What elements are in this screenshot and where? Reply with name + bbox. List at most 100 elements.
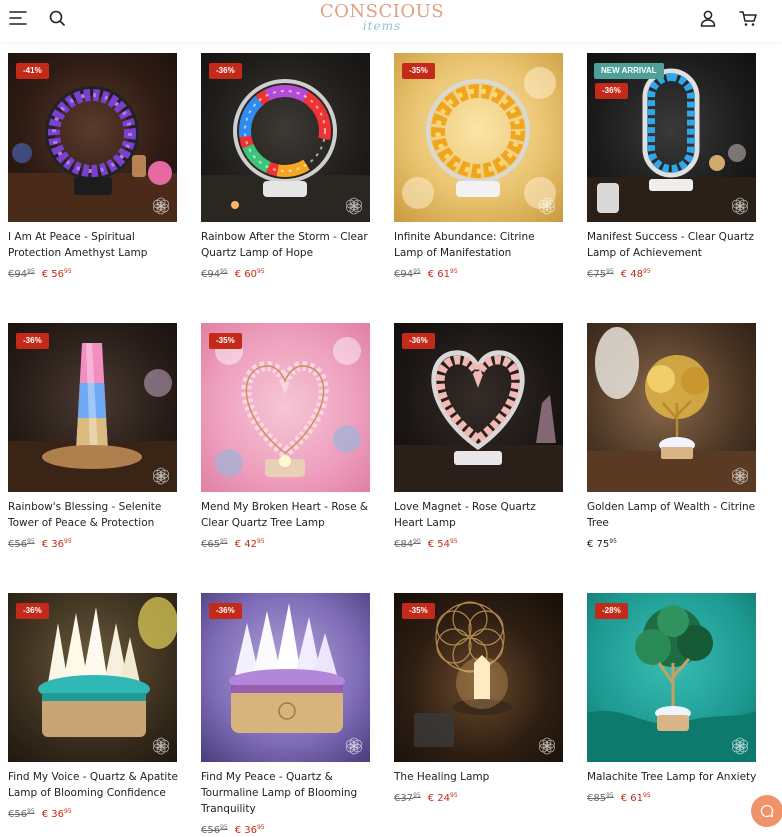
product-card[interactable]: -36% Rainbow's Blessing - Selenite Tower… — [8, 323, 178, 551]
sale-price-cents: 95 — [64, 808, 72, 815]
product-image[interactable]: -35% — [201, 323, 370, 492]
product-image[interactable] — [587, 323, 756, 492]
search-icon[interactable] — [45, 6, 69, 30]
product-image[interactable]: -28% — [587, 593, 756, 762]
discount-badge: -28% — [595, 603, 628, 619]
product-card[interactable]: -36% Rainbow After the Storm - Clear Qua… — [201, 53, 371, 281]
product-card[interactable]: -36% Find My Voice - Quartz & Apatite La… — [8, 593, 178, 821]
discount-badge: -35% — [402, 63, 435, 79]
product-image[interactable]: -36% — [201, 593, 370, 762]
flower-of-life-icon — [153, 737, 169, 755]
sale-price: € 5495 — [427, 538, 458, 550]
product-title[interactable]: Love Magnet - Rose Quartz Heart Lamp — [394, 499, 564, 531]
original-price-cents: 95 — [27, 538, 35, 545]
sale-price-cents: 95 — [643, 792, 651, 799]
flower-of-life-icon — [539, 737, 555, 755]
original-price-int: €65 — [201, 539, 221, 550]
original-price-int: €94 — [394, 269, 414, 280]
flower-of-life-icon — [346, 737, 362, 755]
product-title[interactable]: Find My Peace - Quartz & Tourmaline Lamp… — [201, 769, 371, 817]
sale-price: € 4295 — [234, 538, 265, 550]
sale-price-cents: 95 — [450, 268, 458, 275]
product-card[interactable]: -35% Infinite Abundance: Citrine Lamp of… — [394, 53, 564, 281]
sale-price-int: € 36 — [41, 539, 64, 550]
product-title[interactable]: Mend My Broken Heart - Rose & Clear Quar… — [201, 499, 371, 531]
sale-price-cents: 95 — [257, 538, 265, 545]
product-price: €5695 € 3695 — [8, 806, 178, 821]
product-title[interactable]: Malachite Tree Lamp for Anxiety — [587, 769, 757, 785]
sale-price-int: € 42 — [234, 539, 257, 550]
original-price: €5695 — [8, 808, 35, 820]
product-card[interactable]: -41% I Am At Peace - Spiritual Protectio… — [8, 53, 178, 281]
product-image[interactable]: -36% — [8, 593, 177, 762]
sale-price: € 6195 — [620, 792, 651, 804]
product-image[interactable]: -35% — [394, 53, 563, 222]
original-price-int: €75 — [587, 269, 607, 280]
product-title[interactable]: Infinite Abundance: Citrine Lamp of Mani… — [394, 229, 564, 261]
original-price-cents: 95 — [220, 824, 228, 831]
sale-price: € 6095 — [235, 268, 265, 280]
product-card[interactable]: NEW ARRIVAL -36% Manifest Success - Clea… — [587, 53, 757, 281]
product-card[interactable]: -35% Mend My Broken Heart - Rose & Clear… — [201, 323, 371, 551]
flower-of-life-icon — [153, 197, 169, 215]
original-price: €9495 — [8, 268, 35, 280]
product-image[interactable]: -35% — [394, 593, 563, 762]
product-title[interactable]: The Healing Lamp — [394, 769, 564, 785]
sale-price: € 2495 — [428, 792, 458, 804]
regular-price-cents: 95 — [609, 538, 617, 545]
product-title[interactable]: Rainbow's Blessing - Selenite Tower of P… — [8, 499, 178, 531]
product-image[interactable]: -36% — [8, 323, 177, 492]
product-image[interactable]: NEW ARRIVAL -36% — [587, 53, 756, 222]
original-price-cents: 95 — [27, 268, 35, 275]
product-card[interactable]: -35% The Healing Lamp €3795 € 2495 — [394, 593, 564, 805]
sale-price: € 3695 — [41, 538, 72, 550]
sale-price-int: € 36 — [234, 825, 257, 836]
regular-price-int: € 75 — [587, 539, 610, 550]
product-price: €94 95 € 6195 — [394, 266, 564, 281]
product-image[interactable]: -36% — [394, 323, 563, 492]
original-price: €6595 — [201, 538, 228, 550]
sale-price: € 4895 — [621, 268, 651, 280]
product-card[interactable]: -28% Malachite Tree Lamp for Anxiety €85… — [587, 593, 757, 805]
original-price-int: €56 — [8, 809, 28, 820]
product-title[interactable]: I Am At Peace - Spiritual Protection Ame… — [8, 229, 178, 261]
site-logo[interactable]: CONSCIOUS items — [316, 2, 448, 38]
product-image[interactable]: -41% — [8, 53, 177, 222]
original-price-cents: 95 — [220, 538, 228, 545]
sale-price-cents: 95 — [450, 792, 458, 799]
product-title[interactable]: Find My Voice - Quartz & Apatite Lamp of… — [8, 769, 178, 801]
product-image[interactable]: -36% — [201, 53, 370, 222]
sale-price-int: € 54 — [427, 539, 450, 550]
original-price: €5695 — [201, 824, 228, 836]
discount-badge: -36% — [595, 83, 628, 99]
discount-badge: -35% — [209, 333, 242, 349]
product-card[interactable]: -36% Find My Peace - Quartz & Tourmaline… — [201, 593, 371, 837]
menu-icon[interactable] — [6, 6, 30, 30]
original-price-int: €85 — [587, 793, 607, 804]
product-price: €3795 € 2495 — [394, 790, 564, 805]
product-card[interactable]: Golden Lamp of Wealth - Citrine Tree € 7… — [587, 323, 757, 551]
discount-badge: -41% — [16, 63, 49, 79]
user-icon[interactable] — [696, 6, 720, 30]
sale-price-cents: 95 — [64, 538, 72, 545]
product-price: €6595 € 4295 — [201, 536, 371, 551]
sale-price-int: € 36 — [41, 809, 64, 820]
product-price: € 7595 — [587, 536, 757, 551]
product-title[interactable]: Manifest Success - Clear Quartz Lamp of … — [587, 229, 757, 261]
original-price-cents: 95 — [606, 792, 614, 799]
cart-icon[interactable] — [736, 6, 760, 30]
discount-badge: -36% — [209, 603, 242, 619]
product-title[interactable]: Golden Lamp of Wealth - Citrine Tree — [587, 499, 757, 531]
product-price: €7595 € 4895 — [587, 266, 757, 281]
product-price: €8595 € 6195 — [587, 790, 757, 805]
original-price: €8595 — [587, 792, 614, 804]
sale-price-cents: 95 — [643, 268, 651, 275]
sale-price: € 3695 — [41, 808, 72, 820]
sale-price-int: € 61 — [620, 793, 643, 804]
original-price: €7595 — [587, 268, 614, 280]
product-card[interactable]: -36% Love Magnet - Rose Quartz Heart Lam… — [394, 323, 564, 551]
discount-badge: -35% — [402, 603, 435, 619]
sale-price: € 6195 — [428, 268, 458, 280]
chat-bubble-icon[interactable] — [751, 795, 782, 827]
product-title[interactable]: Rainbow After the Storm - Clear Quartz L… — [201, 229, 371, 261]
